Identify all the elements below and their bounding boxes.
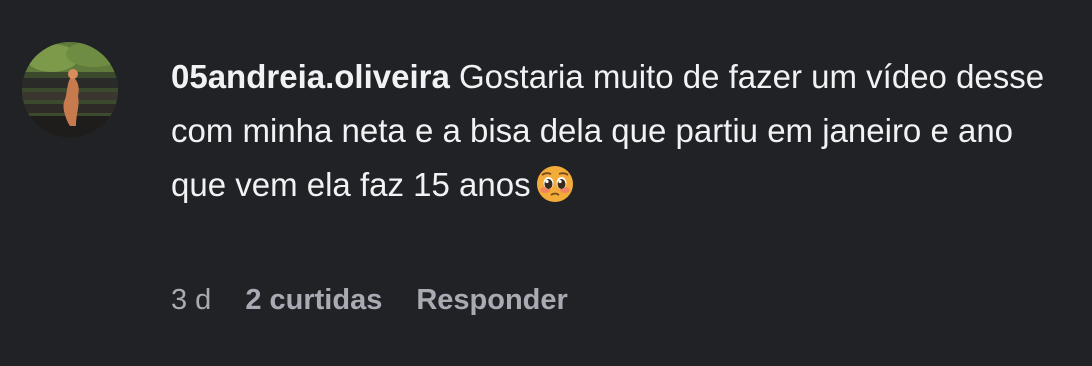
comment-text-block: 05andreia.oliveira Gostaria muito de faz…	[171, 50, 1051, 212]
username-link[interactable]: 05andreia.oliveira	[171, 58, 450, 95]
reply-button[interactable]: Responder	[416, 284, 567, 316]
avatar[interactable]	[22, 42, 118, 138]
avatar-photo-icon	[22, 42, 118, 138]
comment-meta: 3 d 2 curtidas Responder	[171, 284, 602, 317]
comment-body: 05andreia.oliveira Gostaria muito de faz…	[171, 50, 1051, 212]
comment-time: 3 d	[171, 284, 212, 316]
comment: 05andreia.oliveira Gostaria muito de faz…	[0, 0, 1092, 366]
pleading-face-emoji-icon	[536, 166, 573, 202]
likes-count[interactable]: 2 curtidas	[245, 284, 382, 316]
